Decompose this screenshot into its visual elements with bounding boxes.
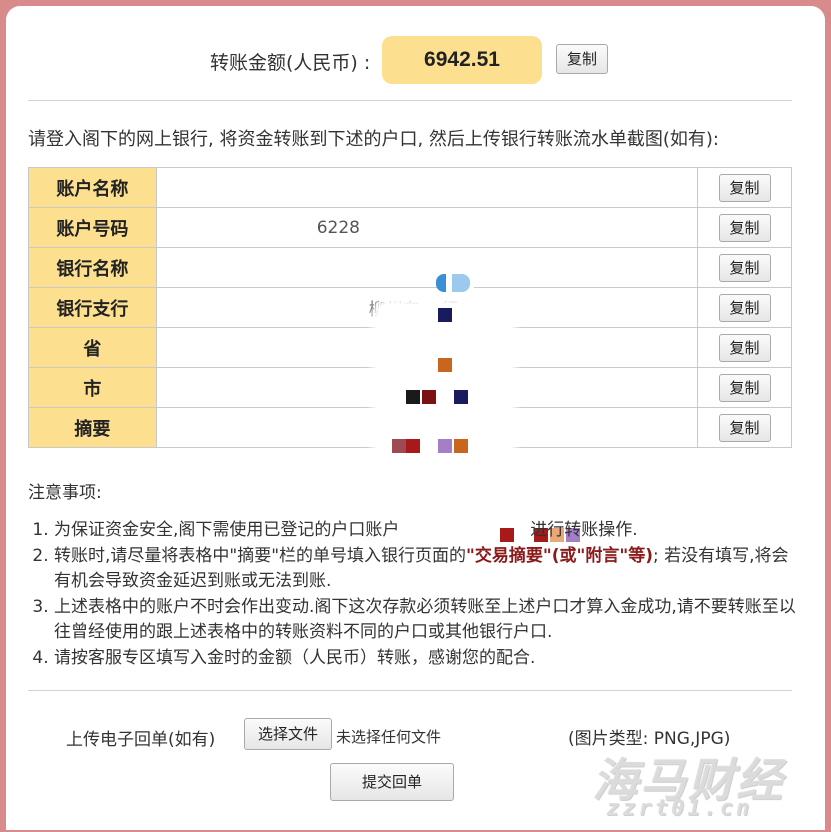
- notes-title: 注意事项:: [28, 483, 102, 503]
- amount-label: 转账金额(人民币) :: [210, 52, 371, 74]
- row-label-city: 市: [28, 367, 157, 408]
- copy-city-button[interactable]: 复制: [718, 373, 771, 402]
- upload-label: 上传电子回单(如有): [66, 730, 216, 750]
- copy-bank-branch-button[interactable]: 复制: [718, 293, 771, 322]
- table-row: 账户号码 6228 复制: [28, 207, 792, 248]
- row-label-province: 省: [28, 327, 157, 368]
- row-label-account-name: 账户名称: [28, 167, 157, 208]
- no-file-text: 未选择任何文件: [336, 728, 442, 746]
- copy-account-name-button[interactable]: 复制: [718, 173, 771, 202]
- copy-summary-button[interactable]: 复制: [718, 413, 771, 442]
- table-row: 银行名称 复制: [28, 247, 792, 288]
- watermark-en: zzrt01.cn: [606, 796, 753, 821]
- highlight-text: "交易摘要"(或"附言"等): [466, 546, 654, 566]
- choose-file-button[interactable]: 选择文件: [244, 718, 332, 750]
- deposit-panel: 转账金额(人民币) : 6942.51 复制 请登入阁下的网上银行, 将资金转账…: [6, 6, 825, 830]
- list-item: 为保证资金安全,阁下需使用已登记的户口账户 进行转账操作.: [54, 518, 798, 543]
- instruction-text: 请登入阁下的网上银行, 将资金转账到下述的户口, 然后上传银行转账流水单截图(如…: [28, 129, 719, 150]
- copy-province-button[interactable]: 复制: [718, 333, 771, 362]
- divider: [28, 100, 792, 101]
- row-label-account-number: 账户号码: [28, 207, 157, 248]
- list-item: 上述表格中的账户不时会作出变动.阁下这次存款必须转账至上述户口才算入金成功,请不…: [54, 595, 798, 645]
- row-label-summary: 摘要: [28, 407, 157, 448]
- row-label-bank-branch: 银行支行: [28, 287, 157, 328]
- copy-bank-name-button[interactable]: 复制: [718, 253, 771, 282]
- submit-receipt-button[interactable]: 提交回单: [330, 763, 454, 801]
- list-item: 转账时,请尽量将表格中"摘要"栏的单号填入银行页面的"交易摘要"(或"附言"等)…: [54, 544, 798, 594]
- copy-amount-button[interactable]: 复制: [556, 44, 608, 74]
- list-item: 请按客服专区填写入金时的金额（人民币）转账，感谢您的配合.: [54, 646, 798, 671]
- row-label-bank-name: 银行名称: [28, 247, 157, 288]
- table-row: 账户名称 复制: [28, 167, 792, 208]
- copy-account-number-button[interactable]: 复制: [718, 213, 771, 242]
- divider: [28, 690, 792, 691]
- row-value-bank-name: [155, 247, 699, 288]
- watermark: 海马财经 zzrt01.cn: [586, 744, 826, 832]
- row-value-account-number: 6228: [155, 207, 699, 248]
- notes-list: 为保证资金安全,阁下需使用已登记的户口账户 进行转账操作. 转账时,请尽量将表格…: [28, 518, 798, 672]
- amount-value: 6942.51: [382, 36, 542, 84]
- row-value-account-name: [155, 167, 699, 208]
- amount-row: 转账金额(人民币) : 6942.51 复制: [6, 36, 825, 84]
